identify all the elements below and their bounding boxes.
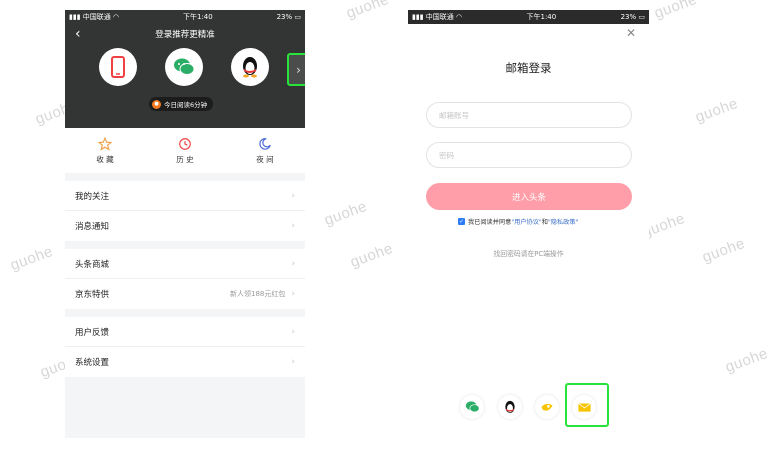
email-input[interactable] xyxy=(426,102,632,128)
menu-item-label: 消息通知 xyxy=(75,222,110,232)
watermark: guohe xyxy=(322,197,370,229)
status-time: 下午1:40 xyxy=(526,13,557,21)
qq-login-button[interactable] xyxy=(231,48,269,86)
email-login-highlight xyxy=(565,383,609,427)
moon-icon xyxy=(259,137,271,150)
night-mode-label: 夜 间 xyxy=(256,154,274,164)
menu-group-2: 头条商城 › 京东特供 新人领188元红包 › xyxy=(65,249,305,309)
status-time: 下午1:40 xyxy=(182,13,213,21)
coin-icon: ● xyxy=(152,99,161,109)
menu-item-mall[interactable]: 头条商城 › xyxy=(65,249,305,279)
watermark: guohe xyxy=(693,94,741,126)
email-login-title: 邮箱登录 xyxy=(505,61,552,75)
chevron-right-icon: › xyxy=(291,357,295,367)
user-agreement-link[interactable]: "用户协议" xyxy=(511,217,541,226)
battery-icon: ▭ xyxy=(294,13,301,21)
menu-item-label: 系统设置 xyxy=(75,358,110,368)
chevron-right-icon: › xyxy=(291,258,295,269)
menu-item-label: 用户反馈 xyxy=(75,327,110,338)
wechat-icon xyxy=(174,58,195,75)
qq-penguin-icon xyxy=(505,400,515,413)
menu-item-notifications[interactable]: 消息通知 › xyxy=(65,211,305,241)
history-button[interactable]: 历 史 xyxy=(155,137,215,165)
menu-item-label: 京东特供 xyxy=(75,290,110,300)
watermark: guohe xyxy=(8,242,56,274)
agreement-prefix: 我已阅读并同意 xyxy=(468,219,512,226)
menu-item-label: 头条商城 xyxy=(75,259,110,270)
promo-note: 新人领188元红包 xyxy=(230,290,286,298)
chevron-right-icon: › xyxy=(291,326,295,337)
login-methods xyxy=(65,48,305,88)
battery-icon: ▭ xyxy=(638,13,645,21)
status-bar: ▮▮▮ 中国联通 ◠ 下午1:40 23% ▭ xyxy=(408,10,649,24)
password-input[interactable] xyxy=(426,142,632,168)
menu-item-feedback[interactable]: 用户反馈 › xyxy=(65,317,305,347)
login-prompt-title: 登录推荐更精准 xyxy=(155,30,215,40)
reading-time-text: 今日阅读6分钟 xyxy=(164,101,208,109)
profile-header: ▮▮▮ 中国联通 ◠ 下午1:40 23% ▭ ‹ 登录推荐更精准 ● 今日阅读… xyxy=(65,10,305,128)
wechat-login-button[interactable] xyxy=(460,395,484,419)
quick-actions: 收 藏 历 史 夜 间 xyxy=(65,128,305,173)
wechat-login-button[interactable] xyxy=(165,48,203,86)
phone-login-button[interactable] xyxy=(99,48,137,86)
agree-checkbox[interactable]: ✓ xyxy=(458,218,465,225)
carrier-label: ▮▮▮ 中国联通 ◠ xyxy=(412,13,463,21)
menu-item-following[interactable]: 我的关注 › xyxy=(65,181,305,211)
alternate-login-methods xyxy=(408,395,649,425)
chevron-right-icon: › xyxy=(291,190,295,201)
clock-icon xyxy=(179,137,191,150)
night-mode-button[interactable]: 夜 间 xyxy=(235,137,295,165)
menu-group-1: 我的关注 › 消息通知 › xyxy=(65,181,305,241)
reading-time-badge[interactable]: ● 今日阅读6分钟 xyxy=(149,97,214,111)
agreement-row: ✓ 我已阅读并同意 "用户协议" 和 "隐私政策" xyxy=(458,217,578,226)
favorites-label: 收 藏 xyxy=(96,154,114,164)
status-bar: ▮▮▮ 中国联通 ◠ 下午1:40 23% ▭ xyxy=(65,10,305,24)
chevron-right-icon: › xyxy=(291,221,295,231)
wifi-icon: ◠ xyxy=(113,13,120,21)
tianyi-icon xyxy=(541,403,553,411)
chevron-right-icon: › xyxy=(296,62,301,77)
tianyi-login-button[interactable] xyxy=(535,395,559,419)
close-icon[interactable]: ✕ xyxy=(626,26,636,40)
right-phone-screen: ▮▮▮ 中国联通 ◠ 下午1:40 23% ▭ ✕ 邮箱登录 进入头条 ✓ 我已… xyxy=(408,10,649,438)
recover-password-hint: 找回密码请在PC端操作 xyxy=(493,250,564,258)
menu-item-label: 我的关注 xyxy=(75,191,110,202)
menu-item-jd-special[interactable]: 京东特供 新人领188元红包 › xyxy=(65,279,305,309)
qq-login-button[interactable] xyxy=(498,395,522,419)
watermark: guohe xyxy=(344,0,392,22)
qq-penguin-icon xyxy=(243,57,257,78)
chevron-right-icon: › xyxy=(291,289,295,299)
signal-icon: ▮▮▮ xyxy=(412,13,424,21)
phone-icon xyxy=(111,56,125,78)
battery-label: 23% ▭ xyxy=(620,13,645,21)
wifi-icon: ◠ xyxy=(456,13,463,21)
privacy-policy-link[interactable]: "隐私政策" xyxy=(548,217,578,226)
menu-item-settings[interactable]: 系统设置 › xyxy=(65,347,305,377)
carrier-label: ▮▮▮ 中国联通 ◠ xyxy=(69,13,120,21)
watermark: guohe xyxy=(723,344,768,376)
wechat-icon xyxy=(465,401,479,413)
signal-icon: ▮▮▮ xyxy=(69,13,81,21)
battery-label: 23% ▭ xyxy=(276,13,301,21)
history-label: 历 史 xyxy=(176,154,194,164)
enter-toutiao-button[interactable]: 进入头条 xyxy=(426,183,632,210)
watermark: guohe xyxy=(348,239,396,271)
watermark: guohe xyxy=(652,0,700,22)
favorites-button[interactable]: 收 藏 xyxy=(75,136,135,165)
star-icon xyxy=(98,136,112,151)
left-phone-screen: ▮▮▮ 中国联通 ◠ 下午1:40 23% ▭ ‹ 登录推荐更精准 ● 今日阅读… xyxy=(65,10,305,438)
more-login-methods-button[interactable]: › xyxy=(287,53,305,86)
watermark: guohe xyxy=(700,234,748,266)
menu-group-3: 用户反馈 › 系统设置 › xyxy=(65,317,305,377)
